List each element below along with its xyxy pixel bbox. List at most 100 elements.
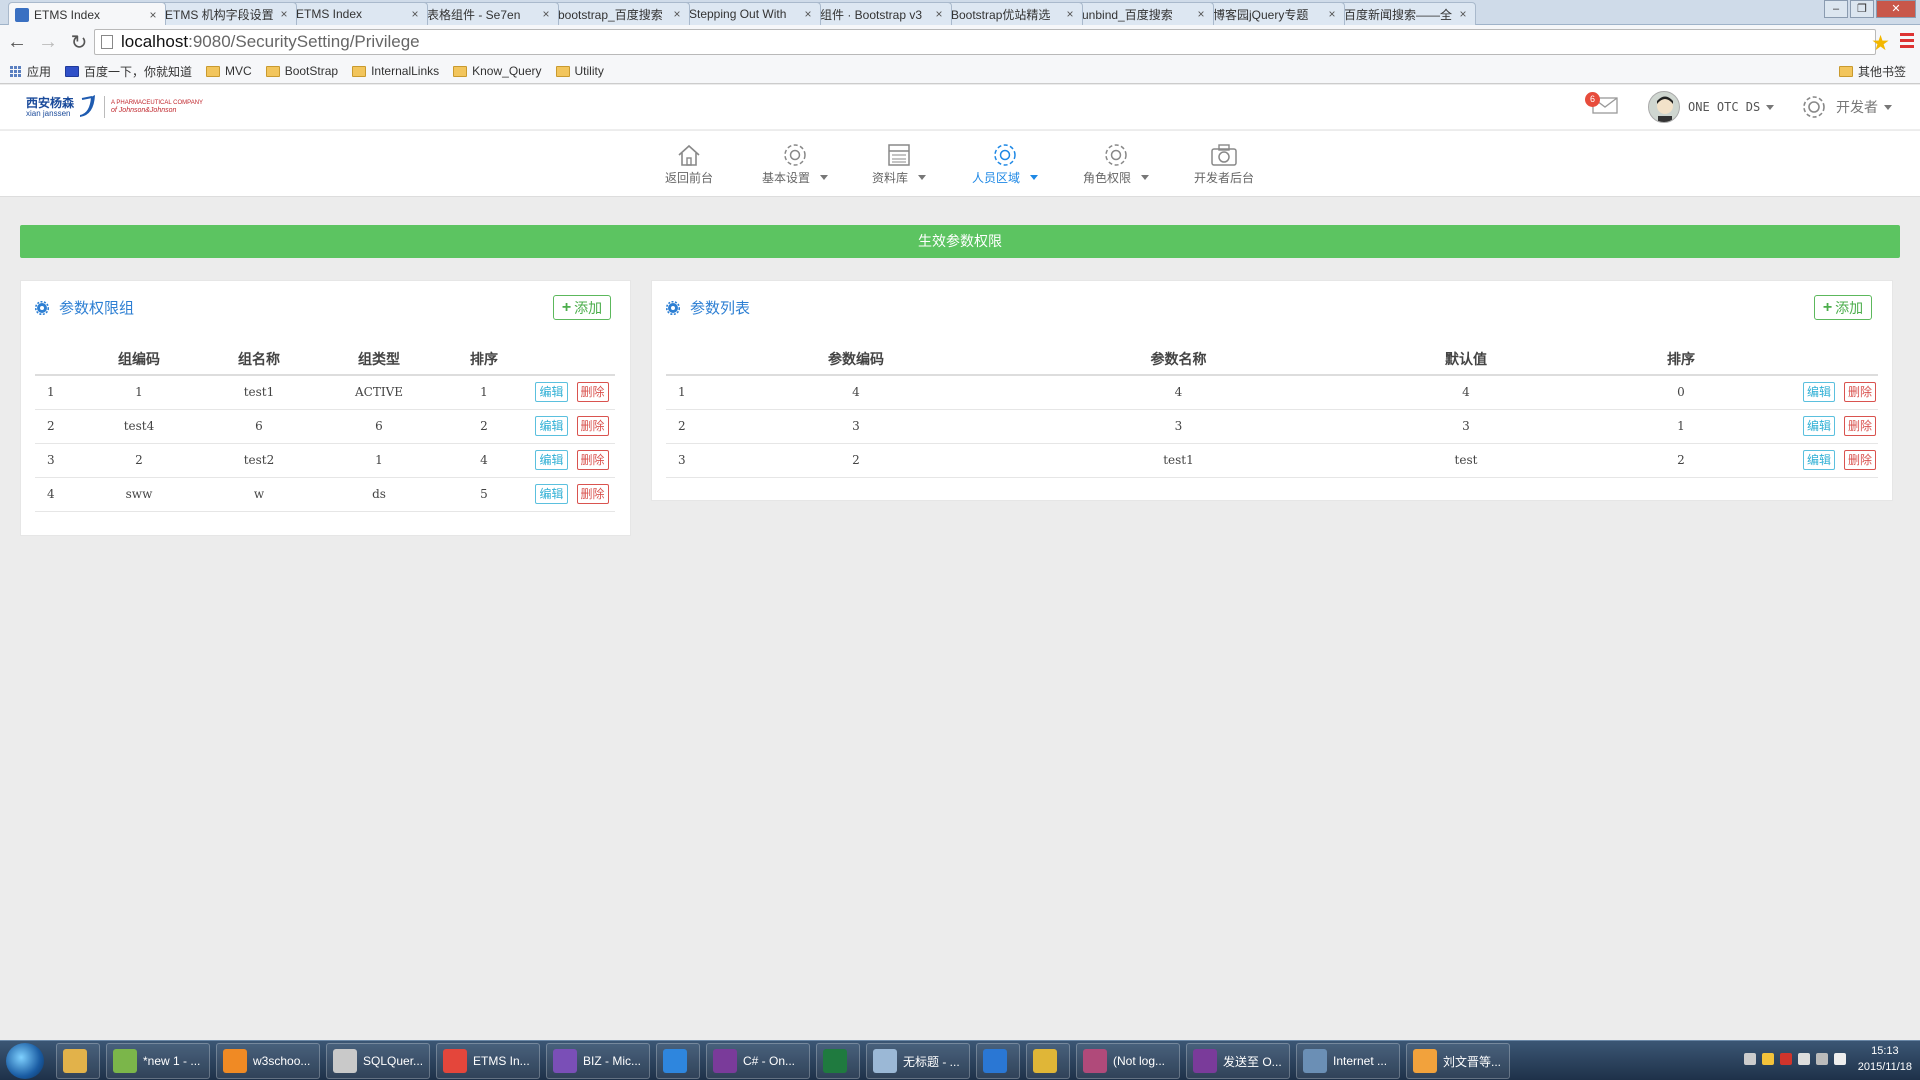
taskbar-app-button[interactable]: (Not log... xyxy=(1076,1043,1180,1079)
user-menu[interactable]: ONE OTC DS xyxy=(1648,91,1775,123)
nav-item-basic-settings[interactable]: 基本设置 xyxy=(762,141,829,186)
tab-close-icon[interactable]: × xyxy=(1326,7,1338,21)
tab-close-icon[interactable]: × xyxy=(1064,7,1076,21)
edit-button[interactable]: 编辑 xyxy=(535,416,568,436)
page-icon xyxy=(101,35,113,49)
row-index: 2 xyxy=(666,409,726,444)
app-icon xyxy=(1303,1049,1327,1073)
taskbar-app-button[interactable]: SQLQuer... xyxy=(326,1043,430,1079)
taskbar-app-button[interactable]: BIZ - Mic... xyxy=(546,1043,650,1079)
tab-close-icon[interactable]: × xyxy=(147,8,159,22)
bookmark-apps[interactable]: 应用 xyxy=(10,63,51,80)
taskbar-app-button[interactable] xyxy=(1026,1043,1070,1079)
url-input[interactable]: localhost:9080/SecuritySetting/Privilege xyxy=(94,29,1876,55)
delete-button[interactable]: 删除 xyxy=(576,450,609,470)
nav-item-role-permissions[interactable]: 角色权限 xyxy=(1083,141,1150,186)
sort-order: 2 xyxy=(1561,443,1801,478)
bookmark-folder-mvc[interactable]: MVC xyxy=(206,64,252,78)
row-actions: 编辑 删除 xyxy=(529,443,615,478)
bookmark-folder-other[interactable]: 其他书签 xyxy=(1838,63,1906,80)
edit-button[interactable]: 编辑 xyxy=(1802,416,1835,436)
add-label: 添加 xyxy=(1835,299,1864,316)
company-logo[interactable]: 西安杨森 xian janssen A PHARMACEUTICAL COMPA… xyxy=(26,93,203,121)
minimize-button[interactable]: – xyxy=(1824,0,1848,18)
edit-button[interactable]: 编辑 xyxy=(535,484,568,504)
taskbar-app-button[interactable]: Internet ... xyxy=(1296,1043,1400,1079)
back-button[interactable]: ← xyxy=(3,28,31,56)
taskbar-app-button[interactable] xyxy=(656,1043,700,1079)
developer-menu[interactable]: 开发者 xyxy=(1800,93,1892,121)
table-row[interactable]: 4 sww w ds 5 编辑 删除 xyxy=(35,477,615,512)
taskbar-app-button[interactable]: ETMS In... xyxy=(436,1043,540,1079)
table-row[interactable]: 3 2 test1 test 2 编辑 删除 xyxy=(666,443,1878,478)
network-icon[interactable] xyxy=(1815,1053,1828,1065)
taskbar-app-button[interactable] xyxy=(976,1043,1020,1079)
taskbar-app-button[interactable]: 无标题 - ... xyxy=(866,1043,970,1079)
tab-title: 组件 · Bootstrap v3 xyxy=(820,7,923,22)
delete-button[interactable]: 删除 xyxy=(576,484,609,504)
nav-item-developer-backend[interactable]: 开发者后台 xyxy=(1194,141,1254,186)
taskbar-app-button[interactable]: *new 1 - ... xyxy=(106,1043,210,1079)
close-window-button[interactable]: ✕ xyxy=(1876,0,1916,18)
nav-item-personnel-area[interactable]: 人员区域 xyxy=(972,141,1039,186)
bookmark-folder-bootstrap[interactable]: BootStrap xyxy=(265,64,338,78)
tab-close-icon[interactable]: × xyxy=(1457,7,1469,21)
volume-icon[interactable] xyxy=(1833,1053,1846,1065)
delete-button[interactable]: 删除 xyxy=(576,416,609,436)
row-actions: 编辑 删除 xyxy=(529,477,615,512)
delete-button[interactable]: 删除 xyxy=(1844,382,1877,403)
table-row[interactable]: 2 3 3 3 1 编辑 删除 xyxy=(666,409,1878,444)
chrome-menu-icon[interactable] xyxy=(1900,33,1914,51)
address-bar: ← → ↻ localhost:9080/SecuritySetting/Pri… xyxy=(0,25,1920,59)
delete-button[interactable]: 删除 xyxy=(1844,450,1877,470)
bookmark-folder-utility[interactable]: Utility xyxy=(555,64,604,78)
tab-close-icon[interactable]: × xyxy=(671,7,683,21)
clock[interactable]: 15:13 2015/11/18 xyxy=(1858,1043,1912,1075)
table-row[interactable]: 1 4 4 4 0 编辑 删除 xyxy=(666,375,1878,410)
table-header-row: 参数编码 参数名称 默认值 排序 xyxy=(666,343,1878,376)
bookmark-folder-know-query[interactable]: Know_Query xyxy=(453,64,542,78)
tab-close-icon[interactable]: × xyxy=(278,7,290,21)
delete-button[interactable]: 删除 xyxy=(1844,416,1877,436)
apply-parameter-permissions-button[interactable]: 生效参数权限 xyxy=(20,225,1900,258)
reload-button[interactable]: ↻ xyxy=(65,28,93,56)
tab-close-icon[interactable]: × xyxy=(802,7,814,21)
mail-button[interactable]: 6 xyxy=(1585,92,1620,118)
add-group-button[interactable]: + 添加 xyxy=(553,295,611,320)
delete-button[interactable]: 删除 xyxy=(576,382,609,403)
app-icon xyxy=(1033,1049,1057,1073)
table-row[interactable]: 2 test4 6 6 2 编辑 删除 xyxy=(35,409,615,444)
taskbar-app-button[interactable]: 刘文晋等... xyxy=(1406,1043,1510,1079)
smiley-icon[interactable] xyxy=(1761,1053,1774,1065)
edit-button[interactable]: 编辑 xyxy=(1802,450,1835,470)
bookmark-folder-internallinks[interactable]: InternalLinks xyxy=(352,64,439,78)
nav-item-home[interactable]: 返回前台 xyxy=(665,141,713,186)
forward-button[interactable]: → xyxy=(34,28,62,56)
taskbar-app-button[interactable]: w3schoo... xyxy=(216,1043,320,1079)
tab-close-icon[interactable]: × xyxy=(1195,7,1207,21)
edit-button[interactable]: 编辑 xyxy=(535,450,568,470)
taskbar-app-button[interactable]: 发送至 O... xyxy=(1186,1043,1290,1079)
tab-title: ETMS 机构字段设置 xyxy=(165,7,274,22)
tab-close-icon[interactable]: × xyxy=(409,7,421,21)
taskbar-app-button[interactable]: C# - On... xyxy=(706,1043,810,1079)
nav-item-library[interactable]: 资料库 xyxy=(872,141,927,186)
tab-close-icon[interactable]: × xyxy=(540,7,552,21)
tab-close-icon[interactable]: × xyxy=(933,7,945,21)
taskbar-app-button[interactable] xyxy=(56,1043,100,1079)
browser-tab[interactable]: ETMS Index × xyxy=(8,2,166,26)
taskbar-app-button[interactable] xyxy=(816,1043,860,1079)
antivirus-icon[interactable] xyxy=(1779,1053,1792,1065)
plus-icon: + xyxy=(561,298,572,316)
start-button[interactable] xyxy=(6,1043,44,1079)
restore-button[interactable]: ❐ xyxy=(1850,0,1874,18)
bookmark-star-icon[interactable]: ★ xyxy=(1871,31,1890,56)
bookmark-baidu[interactable]: 百度一下，你就知道 xyxy=(65,63,192,80)
add-parameter-button[interactable]: + 添加 xyxy=(1814,295,1872,320)
edit-button[interactable]: 编辑 xyxy=(1802,382,1835,403)
table-row[interactable]: 3 2 test2 1 4 编辑 删除 xyxy=(35,443,615,478)
table-row[interactable]: 1 1 test1 ACTIVE 1 编辑 删除 xyxy=(35,375,615,410)
edit-button[interactable]: 编辑 xyxy=(535,382,568,403)
flag-icon[interactable] xyxy=(1797,1053,1810,1065)
keyboard-icon[interactable] xyxy=(1743,1053,1756,1065)
